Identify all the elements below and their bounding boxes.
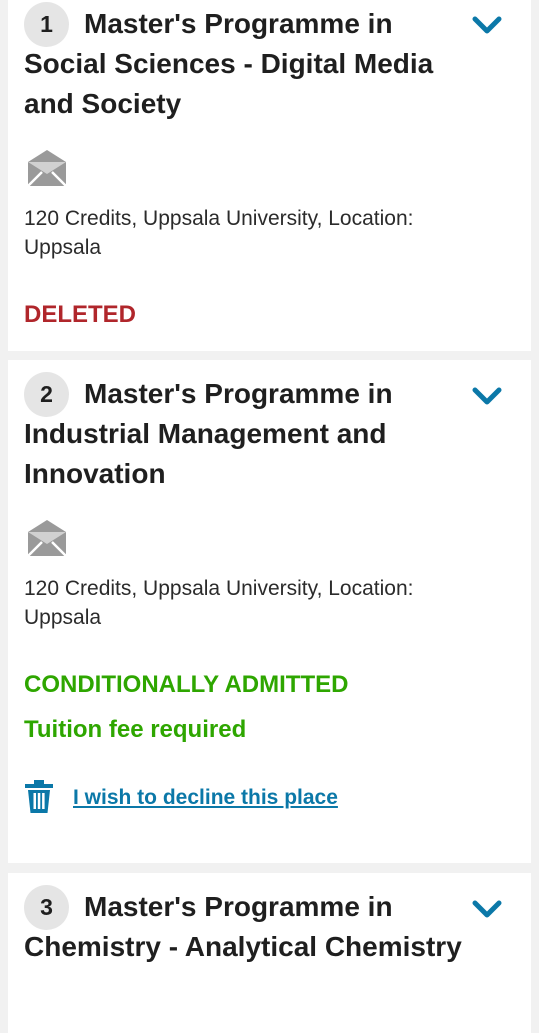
programme-card-2: 2 Master's Programme in Industrial Manag… [8, 360, 531, 863]
status-badge: CONDITIONALLY ADMITTED [24, 671, 349, 698]
envelope-icon [27, 150, 67, 187]
programme-info: 120 Credits, Uppsala University, Locatio… [24, 207, 414, 259]
envelope-icon [27, 520, 67, 557]
programme-card-3: 3 Master's Programme in Chemistry - Anal… [8, 873, 531, 1033]
programme-title: Master's Programme in Chemistry - Analyt… [24, 891, 462, 962]
chevron-down-icon[interactable] [471, 13, 503, 37]
tuition-fee-note: Tuition fee required [24, 716, 247, 743]
trash-icon[interactable] [24, 780, 54, 814]
programme-card-1: 1 Master's Programme in Social Sciences … [8, 0, 531, 351]
programme-title: Master's Programme in Social Sciences - … [24, 8, 434, 119]
status-badge: DELETED [24, 301, 137, 328]
programme-info: 120 Credits, Uppsala University, Locatio… [24, 577, 414, 629]
programme-title: Master's Programme in Industrial Managem… [24, 378, 393, 489]
chevron-down-icon[interactable] [471, 897, 503, 921]
decline-place-link[interactable]: I wish to decline this place [73, 785, 338, 811]
decline-row: I wish to decline this place [24, 778, 424, 818]
chevron-down-icon[interactable] [471, 384, 503, 408]
